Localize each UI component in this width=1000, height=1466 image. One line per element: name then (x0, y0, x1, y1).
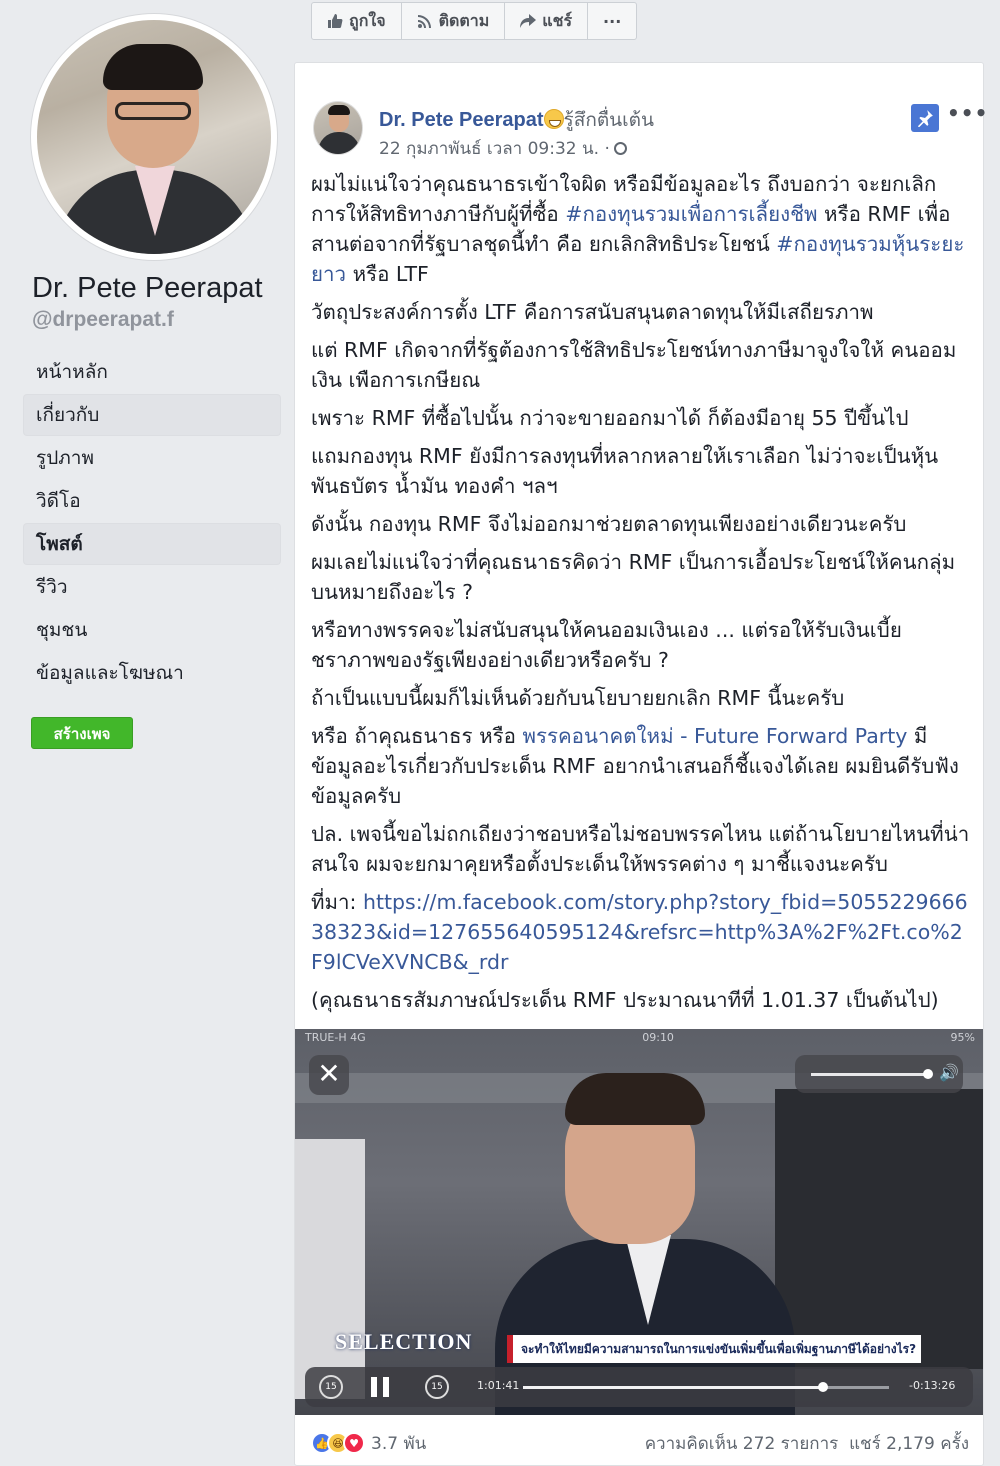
hashtag-link[interactable]: #กองทุนรวมเพื่อการเลี้ยงชีพ (565, 202, 817, 226)
post-text: ผมไม่แน่ใจว่าคุณธนาธรเข้าใจผิด หรือมีข้อ… (311, 169, 971, 1023)
elapsed-time: 1:01:41 (477, 1379, 520, 1392)
share-count[interactable]: แชร์ 2,179 ครั้ง (849, 1434, 969, 1454)
nav-item-posts[interactable]: โพสต์ (24, 524, 280, 564)
post-paragraph: แถมกองทุน RMF ยังมีการลงทุนที่หลากหลายให… (311, 444, 939, 498)
post-paragraph: ผมไม่แน่ใจว่าคุณธนาธรเข้าใจผิด หรือมีข้อ… (311, 172, 965, 286)
pin-icon[interactable] (911, 104, 939, 132)
speaker-icon: 🔊 (939, 1063, 959, 1082)
follow-button[interactable]: ติดตาม (402, 3, 506, 39)
carrier-text: TRUE-H 4G (305, 1031, 366, 1044)
volume-control[interactable]: 🔊 (795, 1055, 963, 1093)
grinning-emoji-icon (543, 109, 564, 129)
post-paragraph: หรือทางพรรคจะไม่สนับสนุนให้คนออมเงินเอง … (311, 618, 902, 672)
thumbs-up-icon (328, 14, 343, 28)
post-paragraph: ผมเลยไม่แน่ใจว่าที่คุณธนาธรคิดว่า RMF เป… (311, 550, 956, 604)
post-paragraph: (คุณธนาธรสัมภาษณ์ประเด็น RMF ประมาณนาทีท… (311, 988, 939, 1012)
post-paragraph: ปล. เพจนี้ขอไม่ถกเถียงว่าชอบหรือไม่ชอบพร… (311, 822, 970, 876)
share-arrow-icon (520, 14, 537, 28)
nav-item-info-ads[interactable]: ข้อมูลและโฆษณา (24, 653, 280, 693)
page-nav: หน้าหลัก เกี่ยวกับ รูปภาพ วิดีโอ โพสต์ ร… (24, 352, 280, 696)
like-page-button[interactable]: ถูกใจ (312, 3, 402, 39)
progress-fill (523, 1386, 824, 1389)
left-column: Dr. Pete Peerapat @drpeerapat.f หน้าหลัก… (0, 0, 290, 1466)
nav-item-photos[interactable]: รูปภาพ (24, 438, 280, 478)
comment-count[interactable]: ความคิดเห็น 272 รายการ (645, 1434, 839, 1454)
nav-item-reviews[interactable]: รีวิว (24, 567, 280, 607)
more-options-button[interactable]: ··· (588, 3, 636, 39)
source-url-link[interactable]: https://m.facebook.com/story.php?story_f… (311, 890, 968, 974)
post-card: Dr. Pete Peerapat รู้สึกตื่นเต้น 22 กุมภา… (294, 62, 987, 1466)
video-progress-bar[interactable] (523, 1382, 889, 1392)
post-paragraph: ถ้าเป็นแบบนี้ผมก็ไม่เห็นด้วยกับนโยบายยกเ… (311, 686, 845, 710)
volume-slider[interactable] (811, 1073, 927, 1076)
video-player[interactable]: TRUE-H 4G 09:10 95% ✕ 🔊 SELECTION จะทำให… (295, 1029, 983, 1415)
video-caption: จะทำให้ไทยมีความสามารถในการแข่งขันเพิ่มข… (507, 1335, 921, 1363)
close-icon[interactable]: ✕ (309, 1055, 349, 1095)
post-timestamp[interactable]: 22 กุมภาพันธ์ เวลา 09:32 น. · (379, 139, 610, 159)
reaction-count: 3.7 พัน (371, 1433, 427, 1454)
post-paragraph: วัตถุประสงค์การตั้ง LTF คือการสนับสนุนตล… (311, 300, 874, 324)
reactions-summary[interactable]: 👍 😆 ♥ 3.7 พัน (311, 1430, 426, 1457)
love-reaction-icon: ♥ (343, 1432, 365, 1454)
page-action-bar: ถูกใจ ติดตาม แชร์ ··· (311, 2, 638, 40)
page-handle[interactable]: @drpeerapat.f (32, 308, 174, 332)
progress-knob[interactable] (818, 1382, 829, 1392)
skip-back-icon[interactable]: 15 (319, 1375, 343, 1399)
like-page-label: ถูกใจ (349, 10, 386, 30)
share-page-label: แชร์ (542, 10, 573, 30)
nav-item-home[interactable]: หน้าหลัก (24, 352, 280, 392)
follow-label: ติดตาม (438, 10, 490, 30)
post-paragraph: ที่มา: https://m.facebook.com/story.php?… (311, 890, 968, 974)
volume-knob[interactable] (923, 1069, 933, 1079)
skip-forward-icon[interactable]: 15 (425, 1375, 449, 1399)
globe-icon (613, 142, 627, 155)
nav-item-about[interactable]: เกี่ยวกับ (24, 395, 280, 435)
rss-icon (417, 15, 431, 28)
post-paragraph: หรือ ถ้าคุณธนาธร หรือ พรรคอนาคตใหม่ - Fu… (311, 724, 959, 808)
nav-item-videos[interactable]: วิดีโอ (24, 481, 280, 521)
author-name[interactable]: Dr. Pete Peerapat (379, 109, 544, 131)
pause-icon[interactable] (371, 1377, 391, 1397)
page-mention-link[interactable]: พรรคอนาคตใหม่ - Future Forward Party (522, 724, 907, 748)
page-name[interactable]: Dr. Pete Peerapat (32, 272, 263, 305)
nav-item-community[interactable]: ชุมชน (24, 610, 280, 650)
post-paragraph: แต่ RMF เกิดจากที่รัฐต้องการใช้สิทธิประโ… (311, 338, 957, 392)
create-page-button[interactable]: สร้างเพจ (31, 717, 133, 749)
show-logo: SELECTION (335, 1329, 473, 1354)
post-paragraph: ดังนั้น กองทุน RMF จึงไม่ออกมาช่วยตลาดทุ… (311, 512, 907, 536)
post-more-options-icon[interactable]: ••• (947, 101, 988, 125)
feeling-text: รู้สึกตื่นเต้น (563, 109, 654, 131)
profile-picture[interactable] (31, 14, 277, 260)
remaining-time: -0:13:26 (909, 1379, 956, 1392)
post-paragraph: เพราะ RMF ที่ซื้อไปนั้น กว่าจะขายออกมาได… (311, 406, 909, 430)
post-footer: 👍 😆 ♥ 3.7 พัน ความคิดเห็น 272 รายการ แชร… (311, 1429, 969, 1457)
clock-text: 09:10 (642, 1031, 674, 1044)
video-controls: 15 15 1:01:41 -0:13:26 (305, 1367, 973, 1407)
phone-status-bar: TRUE-H 4G 09:10 95% (305, 1031, 975, 1044)
author-avatar[interactable] (313, 101, 363, 155)
share-page-button[interactable]: แชร์ (505, 3, 589, 39)
battery-text: 95% (950, 1031, 975, 1044)
